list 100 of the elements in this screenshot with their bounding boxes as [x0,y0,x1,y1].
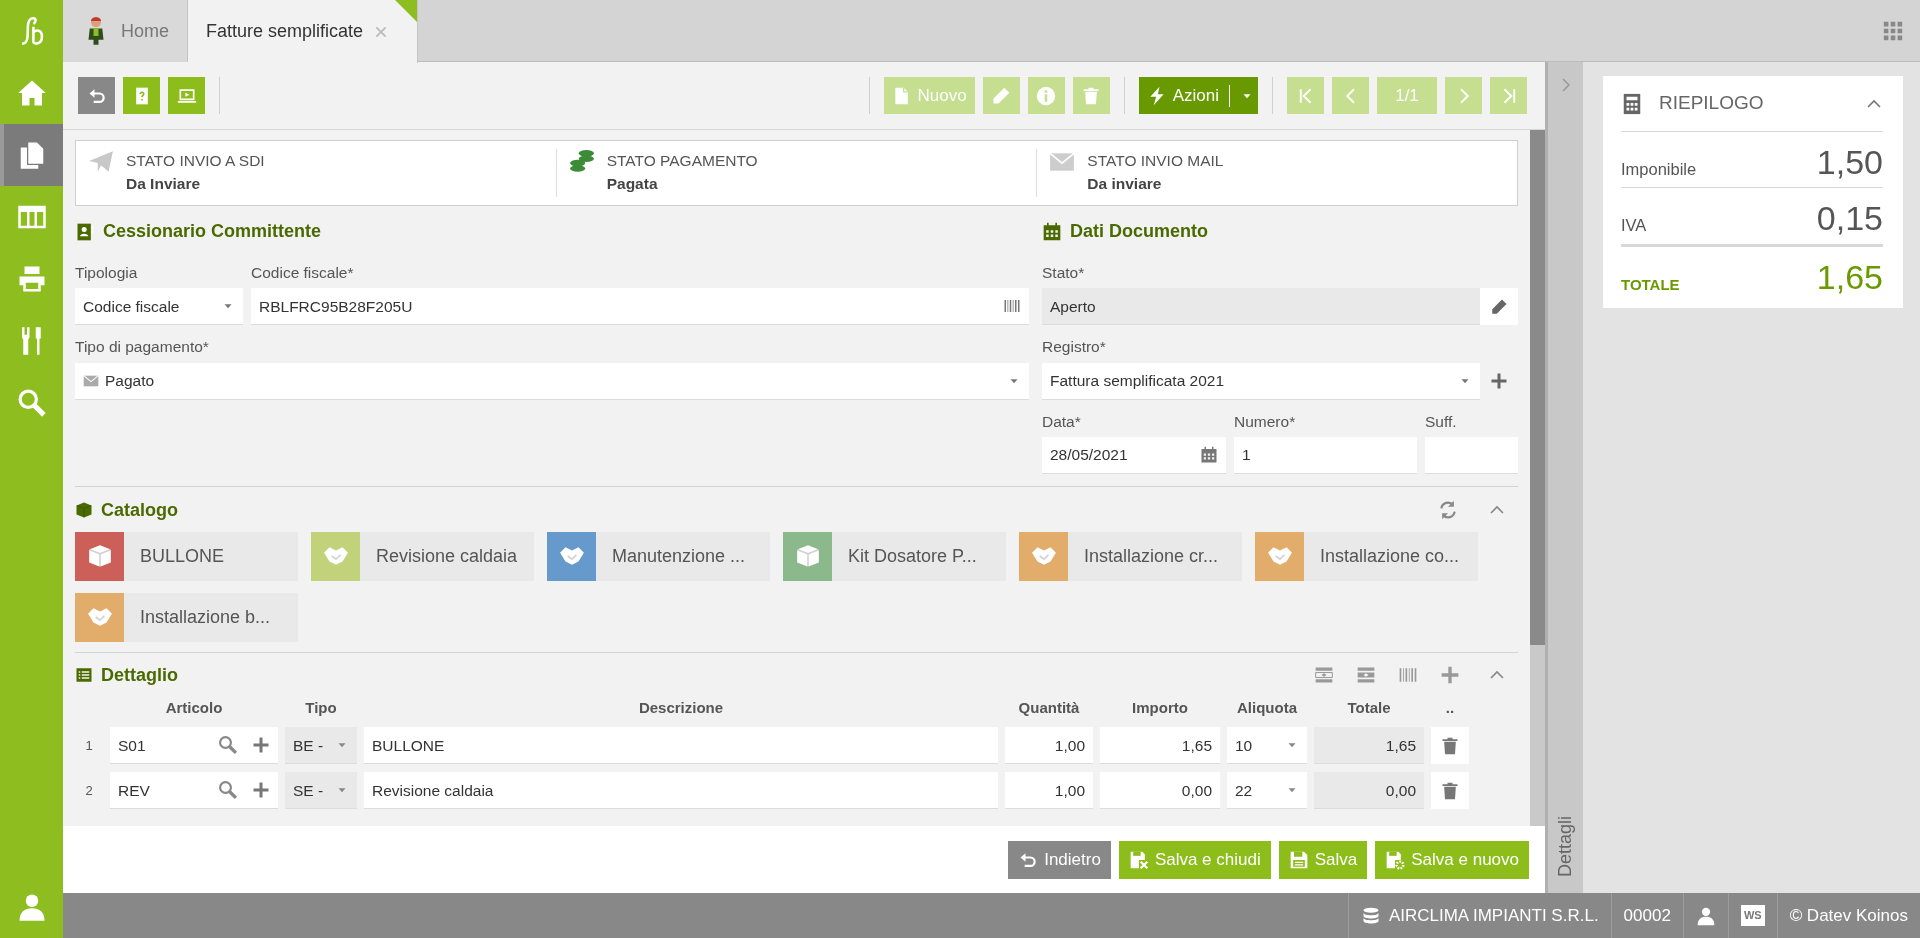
vat-rate-dropdown[interactable]: 10 [1227,727,1307,765]
catalog-item-label[interactable]: Installazione b... [124,603,271,631]
search-icon[interactable] [218,780,238,801]
catalog-item-label[interactable]: Kit Dosatore P... [832,542,977,570]
box-icon [794,543,821,570]
tab-label[interactable]: Fatture semplificate [206,18,364,45]
section-title: Catalogo [101,498,178,522]
scrollbar[interactable] [1530,130,1545,826]
catalog-tile[interactable]: Kit Dosatore P... [783,531,1006,581]
details-side-panel[interactable]: Dettagli [1545,62,1583,893]
save-new-icon [1385,849,1406,870]
column-header: Articolo [164,697,224,718]
column-header: Totale [1346,697,1392,718]
type-dropdown[interactable]: BE - [285,727,357,765]
quantity-field[interactable]: 1,00 [1005,772,1093,810]
section-title: Dati Documento [1070,220,1208,243]
documents-button[interactable] [0,124,63,186]
coins-icon [568,149,595,175]
catalog-tile[interactable]: Installazione cr... [1019,531,1242,581]
column-header: Tipo [304,697,338,718]
date-field[interactable]: 28/05/2021 [1042,436,1226,474]
column-header: .. [1444,697,1456,718]
list-icon [75,666,93,685]
search-icon [16,388,47,418]
summary-label: IVA [1621,215,1647,237]
field-label: Codice fiscale* [251,263,355,283]
field-label: Tipologia [75,263,139,283]
description-field[interactable]: Revisione caldaia [364,772,998,810]
trash-icon [1081,85,1102,106]
amount-field[interactable]: 0,00 [1100,772,1220,810]
summary-value: 1,65 [1816,258,1883,297]
info-icon [1036,85,1057,106]
tipologia-dropdown[interactable]: Codice fiscale [75,288,243,326]
plus-icon[interactable] [252,781,270,800]
status-value: Da inviare [1087,174,1163,195]
box-icon [75,501,93,520]
field-label: Suff. [1425,411,1458,432]
refresh-icon[interactable] [1438,500,1458,521]
row-number: 1 [84,737,94,755]
status-value: Pagata [606,174,659,195]
catalog-tile[interactable]: Installazione b... [75,592,298,642]
box-icon [86,543,113,570]
payment-type-dropdown[interactable]: Pagato [75,362,1029,400]
catalog-item-label[interactable]: Revisione caldaia [360,542,518,570]
video-button[interactable] [168,77,205,114]
plus-icon[interactable] [252,736,270,755]
floppy-icon [1288,849,1309,870]
status-title: STATO INVIO A SDI [126,151,265,171]
catalog-tile[interactable]: Revisione caldaia [311,531,534,581]
field-label: Registro* [1042,337,1107,358]
catalog-item-label[interactable]: Manutenzione ... [596,542,746,570]
registro-dropdown[interactable]: Fattura semplificata 2021 [1042,362,1480,400]
catalog-tile[interactable]: Installazione co... [1255,531,1478,581]
field-label: Data* [1042,411,1082,432]
actions-button[interactable]: Azioni [1138,77,1258,114]
summary-value: 0,15 [1816,200,1883,238]
paper-plane-icon [88,149,114,175]
catalog-tile[interactable]: Manutenzione ... [547,531,770,581]
search-icon[interactable] [218,735,238,756]
edit-button[interactable] [1480,288,1518,326]
type-dropdown[interactable]: SE - [285,772,357,810]
save-close-icon [1128,849,1149,870]
panel-label[interactable]: Dettagli [1552,815,1579,877]
card-title: RIEPILOGO [1659,91,1764,116]
help-button[interactable] [123,77,160,114]
delete-row-button[interactable] [1431,772,1469,810]
column-header: Quantità [1017,697,1081,718]
vat-rate-dropdown[interactable]: 22 [1227,772,1307,810]
copyright-text: © Datev Koinos [1789,904,1908,927]
row-remove-icon[interactable] [1356,665,1376,686]
tab[interactable]: Fatture semplificate [188,0,419,63]
catalog-item-label[interactable]: Installazione cr... [1068,542,1219,570]
quantity-field[interactable]: 1,00 [1005,727,1093,765]
trash-icon [1440,735,1460,756]
user-icon[interactable] [1695,905,1716,926]
suffix-field[interactable] [1425,436,1518,474]
back-button[interactable] [78,77,115,114]
home-icon [16,78,47,108]
pencil-icon [991,85,1012,106]
description-field[interactable]: BULLONE [364,727,998,765]
catalog-item-label[interactable]: BULLONE [124,542,225,570]
plus-icon[interactable] [1440,665,1460,686]
back-button[interactable]: Indietro [1008,840,1111,879]
column-header: Importo [1131,697,1189,718]
total-field: 1,65 [1314,727,1424,765]
calculator-icon [1621,92,1643,115]
summary-label: TOTALE [1621,274,1680,295]
delete-row-button[interactable] [1431,727,1469,765]
codice-fiscale-field[interactable]: RBLFRC95B28F205U [251,288,1029,326]
catalog-tile[interactable]: BULLONE [75,531,298,581]
article-field[interactable]: S01 [110,727,278,765]
calendar-icon[interactable] [1200,445,1218,464]
article-field[interactable]: REV [110,772,278,810]
column-header: Descrizione [637,697,725,718]
number-field[interactable]: 1 [1234,436,1417,474]
catalog-item-label[interactable]: Installazione co... [1304,542,1460,570]
row-insert-icon[interactable] [1314,665,1334,686]
field-label: Tipo di pagamento* [75,337,210,358]
apps-grid-icon[interactable] [1882,19,1904,42]
amount-field[interactable]: 1,65 [1100,727,1220,765]
